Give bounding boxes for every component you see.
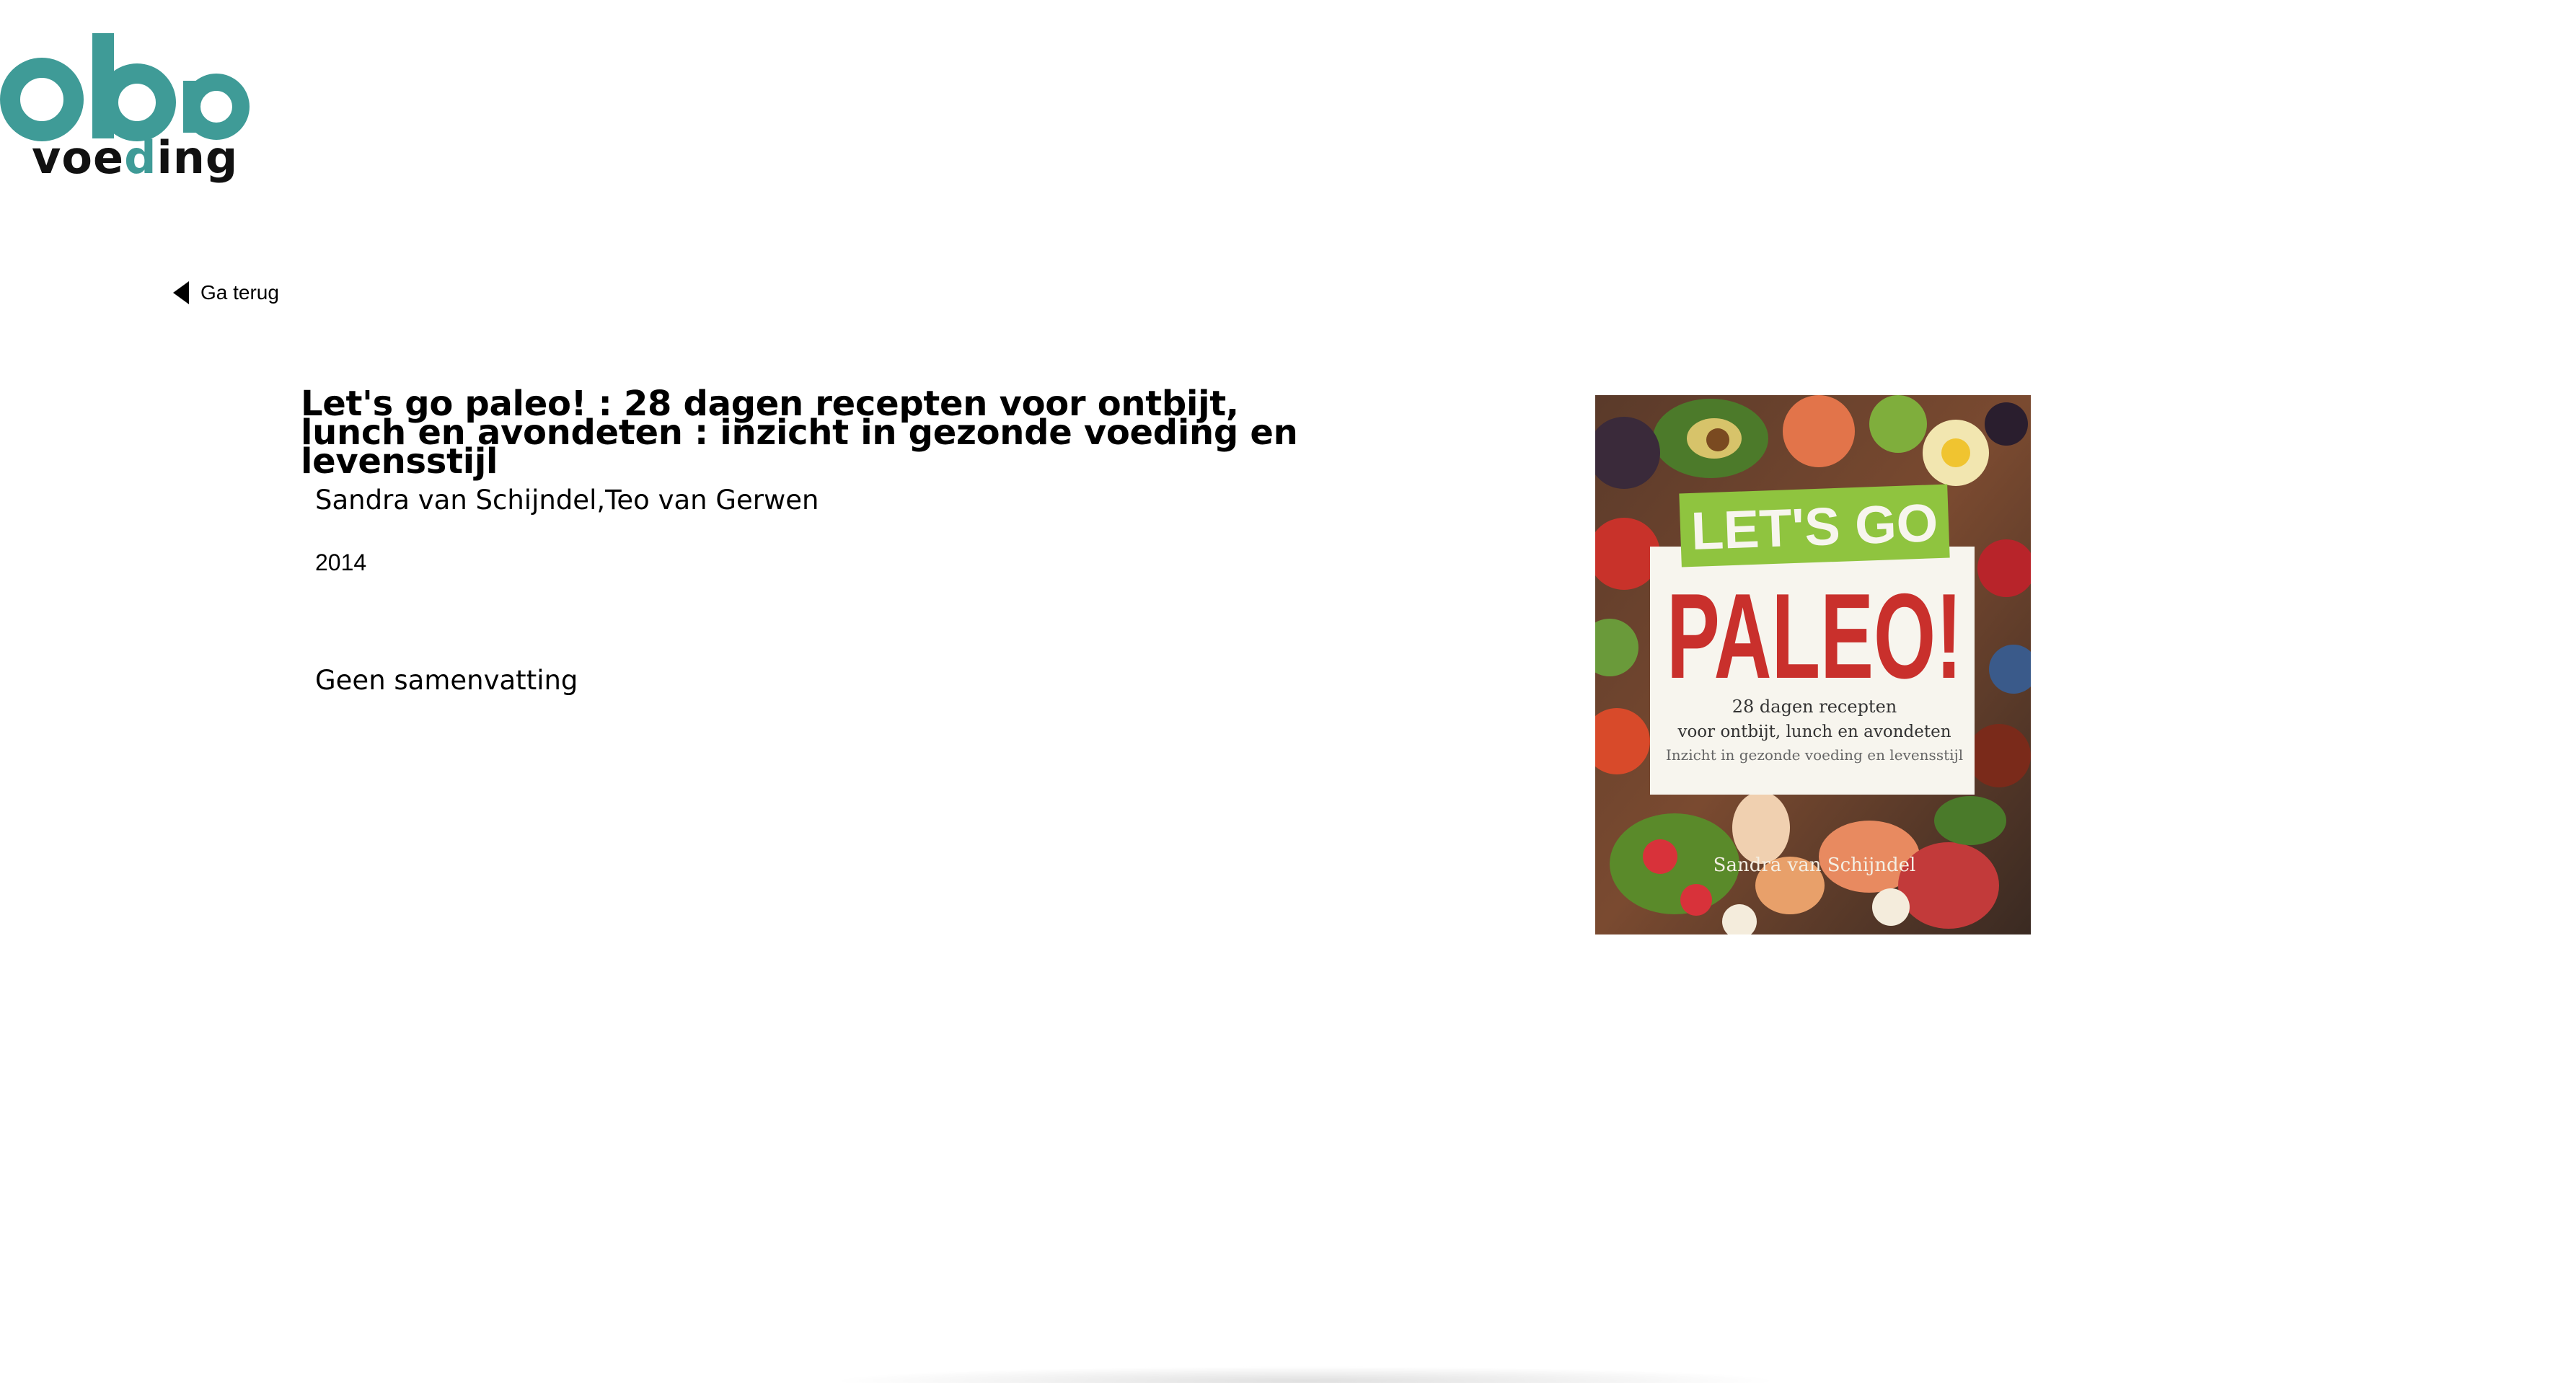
cover-author-text: Sandra van Schijndel — [1713, 854, 1916, 876]
book-title: Let's go paleo! : 28 dagen recepten voor… — [301, 384, 1298, 482]
logo-wordmark: voeding — [32, 131, 239, 184]
back-link[interactable]: Ga terug — [173, 281, 279, 304]
book-summary: Geen samenvatting — [315, 665, 578, 696]
back-label: Ga terug — [200, 281, 279, 304]
book-authors: Sandra van Schijndel,Teo van Gerwen — [315, 485, 819, 516]
triangle-left-icon — [173, 281, 189, 304]
bottom-shadow — [829, 1366, 1781, 1383]
oba-voeding-logo[interactable]: voeding — [0, 27, 260, 200]
cover-subtitle-3: Inzicht in gezonde voeding en levensstij… — [1666, 746, 1963, 764]
cover-subtitle-1: 28 dagen recepten — [1732, 697, 1897, 717]
cover-headline-text: PALEO! — [1667, 568, 1962, 704]
book-year: 2014 — [315, 549, 367, 575]
cover-banner-text: LET'S GO — [1690, 492, 1939, 561]
cover-subtitle-2: voor ontbijt, lunch en avondeten — [1677, 723, 1951, 741]
page: voeding Ga terug Let's go paleo! : 28 da… — [0, 0, 2576, 1383]
book-cover-image: LET'S GO PALEO! 28 dagen recepten voor o… — [1595, 395, 2031, 934]
